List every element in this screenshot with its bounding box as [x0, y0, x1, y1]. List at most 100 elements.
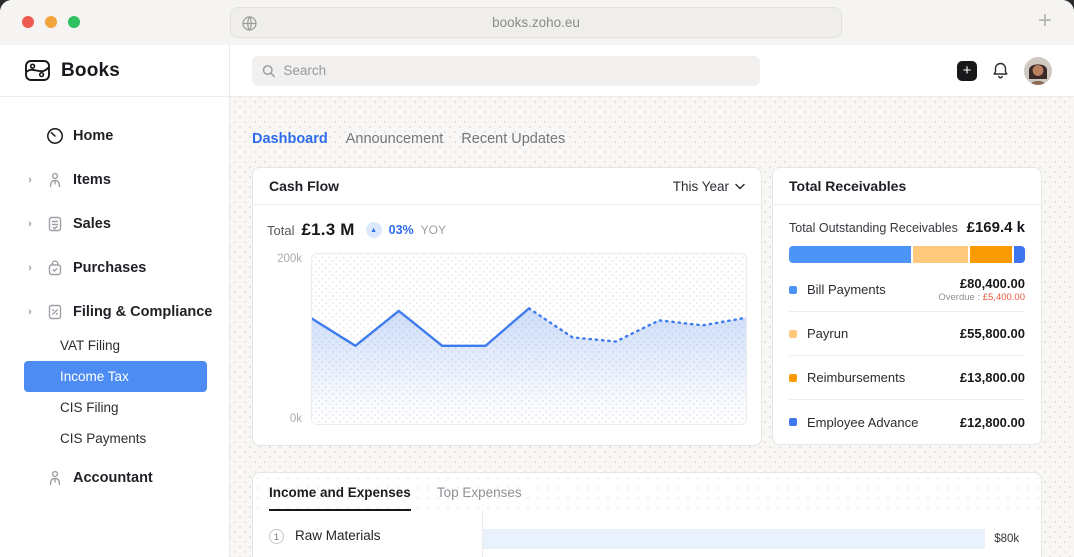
- sidebar-item-home[interactable]: › Home: [0, 114, 229, 158]
- sidebar-item-label: Accountant: [73, 470, 153, 486]
- sidebar-item-label: Filing & Compliance: [73, 304, 213, 320]
- app-logo-text: Books: [61, 59, 121, 81]
- search-box[interactable]: [252, 55, 760, 86]
- receivable-label: Payrun: [807, 326, 849, 341]
- outstanding-value: £169.4 k: [966, 219, 1025, 236]
- dashboard-content: Dashboard Announcement Recent Updates Ca…: [230, 97, 1074, 557]
- y-tick-bottom: 0k: [289, 413, 302, 425]
- sidebar: Books › Home ›: [0, 45, 230, 557]
- chevron-down-icon: [735, 183, 745, 189]
- globe-icon: [241, 15, 258, 35]
- app-logo[interactable]: Books: [0, 45, 229, 97]
- legend-swatch: [789, 329, 797, 338]
- receivable-amount: £12,800.00: [959, 414, 1025, 430]
- sidebar-subitem-cis-payments[interactable]: CIS Payments: [24, 423, 207, 454]
- receivable-amount: £13,800.00: [959, 370, 1025, 385]
- bar-segment-employee-advance: [1014, 246, 1025, 263]
- sidebar-item-sales[interactable]: › Sales: [0, 202, 229, 246]
- rank-badge: 1: [269, 529, 284, 544]
- books-logo-icon: [25, 60, 50, 81]
- browser-window: books.zoho.eu + Books ›: [0, 0, 1074, 557]
- trend-up-icon: ▲: [365, 222, 382, 238]
- traffic-lights: [22, 16, 80, 28]
- purchases-icon: [45, 259, 64, 278]
- cash-flow-card: Cash Flow This Year Total £1.3 M ▲ 03% Y…: [252, 167, 762, 446]
- sidebar-subitem-label: CIS Payments: [60, 431, 147, 446]
- address-bar[interactable]: books.zoho.eu: [230, 7, 842, 38]
- legend-swatch: [789, 285, 797, 294]
- new-tab-button[interactable]: +: [1038, 8, 1052, 34]
- sidebar-item-purchases[interactable]: › Purchases: [0, 246, 229, 290]
- zoom-window-button[interactable]: [68, 16, 80, 28]
- period-value: This Year: [672, 178, 729, 194]
- sidebar-item-accountant[interactable]: › Accountant: [0, 456, 229, 500]
- overdue-note: Overdue : £5,400.00: [938, 292, 1025, 303]
- search-icon: [262, 64, 275, 77]
- sidebar-subitem-vat-filing[interactable]: VAT Filing: [24, 330, 207, 361]
- receivable-label: Reimbursements: [807, 370, 906, 385]
- sidebar-item-label: Purchases: [73, 260, 147, 276]
- total-label: Total: [267, 222, 295, 238]
- bar-segment-reimbursements: [969, 246, 1013, 263]
- yoy-label: YOY: [420, 223, 447, 237]
- filing-compliance-icon: [45, 303, 64, 322]
- receivable-row-payrun[interactable]: Payrun £55,800.00: [789, 312, 1025, 356]
- receivables-title: Total Receivables: [789, 178, 907, 194]
- expense-bar[interactable]: [483, 529, 986, 549]
- sales-icon: [45, 215, 64, 234]
- cash-flow-chart[interactable]: [311, 253, 747, 425]
- sidebar-item-filing-compliance[interactable]: › Filing & Compliance: [0, 290, 229, 334]
- legend-swatch: [789, 418, 797, 426]
- tab-top-expenses[interactable]: Top Expenses: [437, 485, 522, 511]
- sidebar-item-label: Sales: [73, 216, 111, 232]
- tab-income-and-expenses[interactable]: Income and Expenses: [269, 485, 411, 511]
- total-receivables-card: Total Receivables Total Outstanding Rece…: [772, 167, 1042, 445]
- expense-row-label-cell[interactable]: 1 Raw Materials: [253, 511, 483, 557]
- close-window-button[interactable]: [22, 16, 34, 28]
- url-text: books.zoho.eu: [492, 15, 580, 30]
- browser-chrome: books.zoho.eu +: [0, 0, 1074, 45]
- sidebar-subitem-cis-filing[interactable]: CIS Filing: [24, 392, 207, 423]
- sidebar-item-label: Home: [73, 128, 114, 144]
- page-tabs: Dashboard Announcement Recent Updates: [252, 131, 1042, 147]
- cash-flow-title: Cash Flow: [269, 178, 340, 194]
- sidebar-item-items[interactable]: › Items: [0, 158, 229, 202]
- income-expenses-card: Income and Expenses Top Expenses 1 Raw M…: [252, 472, 1042, 557]
- bar-segment-bill-payments: [789, 246, 911, 263]
- tab-announcement[interactable]: Announcement: [346, 131, 444, 147]
- items-icon: [45, 171, 64, 190]
- period-dropdown[interactable]: This Year: [673, 179, 745, 194]
- accountant-icon: [45, 469, 64, 488]
- user-avatar[interactable]: [1024, 56, 1052, 85]
- receivable-label: Bill Payments: [807, 282, 886, 297]
- receivable-amount: £80,400.00: [959, 276, 1025, 291]
- search-input[interactable]: [283, 63, 750, 78]
- sidebar-subitem-label: Income Tax: [60, 369, 129, 384]
- outstanding-label: Total Outstanding Receivables: [789, 220, 958, 235]
- tab-dashboard[interactable]: Dashboard: [252, 131, 328, 147]
- chart-y-axis: 200k 0k: [267, 253, 311, 425]
- chevron-right-icon[interactable]: ›: [24, 306, 36, 318]
- legend-swatch: [789, 373, 797, 382]
- receivable-row-reimbursements[interactable]: Reimbursements £13,800.00: [789, 356, 1025, 400]
- sidebar-item-label: Items: [73, 172, 111, 188]
- receivable-amount: £55,800.00: [959, 326, 1025, 341]
- minimize-window-button[interactable]: [45, 16, 57, 28]
- receivables-segmented-bar: [789, 246, 1025, 263]
- receivable-row-employee-advance[interactable]: Employee Advance £12,800.00: [789, 400, 1025, 444]
- expense-bar-value: $80k: [994, 533, 1020, 545]
- chevron-right-icon[interactable]: ›: [24, 262, 36, 274]
- chevron-right-icon[interactable]: ›: [24, 174, 36, 186]
- sidebar-subitem-label: CIS Filing: [60, 400, 119, 415]
- quick-create-button[interactable]: +: [957, 60, 977, 81]
- sidebar-subitem-income-tax[interactable]: Income Tax: [24, 361, 207, 392]
- receivable-row-bill-payments[interactable]: Bill Payments £80,400.00 Overdue : £5,40…: [789, 268, 1025, 312]
- bar-segment-payrun: [912, 246, 968, 263]
- chevron-right-icon[interactable]: ›: [24, 218, 36, 230]
- notifications-bell-icon[interactable]: [991, 61, 1010, 80]
- expense-bar-cell: $80k: [483, 511, 1041, 557]
- tab-recent-updates[interactable]: Recent Updates: [461, 131, 565, 147]
- y-tick-top: 200k: [277, 253, 302, 265]
- income-expenses-tabs: Income and Expenses Top Expenses: [253, 473, 1041, 511]
- filing-compliance-sublist: VAT Filing Income Tax CIS Filing CIS Pay…: [0, 330, 229, 454]
